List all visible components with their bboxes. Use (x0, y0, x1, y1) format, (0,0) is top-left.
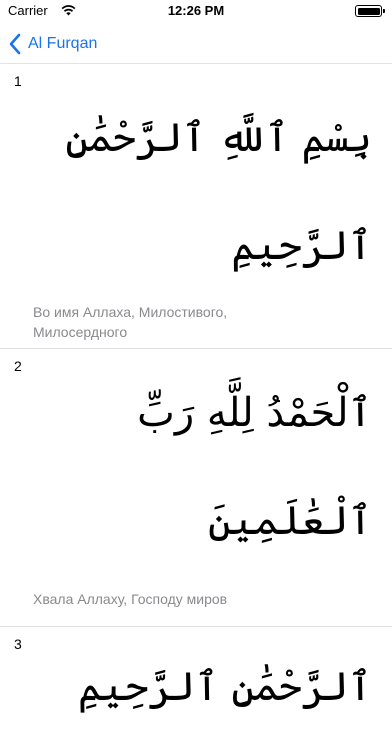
arabic-line-1: ٱلرَّحْمَٰنِ ٱلرَّحِيمِ (78, 664, 372, 710)
status-bar: Carrier 12:26 PM (0, 0, 392, 24)
verse-row-2[interactable]: 2 ٱلْحَمْدُ لِلَّهِ رَبِّ ٱلْعَٰلَمِينَ … (0, 349, 392, 627)
verse-arabic-text: بِسْمِ ٱللَّهِ ٱلرَّحْمَٰنِ ٱلرَّحِيمِ (0, 106, 392, 278)
navigation-bar: Al Furqan (0, 24, 392, 64)
battery-icon (355, 5, 385, 17)
verse-arabic-text: ٱلرَّحْمَٰنِ ٱلرَّحِيمِ (0, 655, 392, 719)
arabic-line-1: ٱلْحَمْدُ لِلَّهِ رَبِّ (137, 390, 372, 436)
verse-number: 3 (14, 636, 22, 652)
chevron-left-icon (9, 33, 21, 55)
verse-number: 1 (14, 73, 22, 89)
verse-row-1[interactable]: 1 بِسْمِ ٱللَّهِ ٱلرَّحْمَٰنِ ٱلرَّحِيمِ… (0, 64, 392, 349)
back-button[interactable]: Al Furqan (8, 28, 97, 60)
verse-list[interactable]: 1 بِسْمِ ٱللَّهِ ٱلرَّحْمَٰنِ ٱلرَّحِيمِ… (0, 64, 392, 747)
verse-number: 2 (14, 358, 22, 374)
verse-translation: Хвала Аллаху, Господу миров (33, 591, 228, 607)
arabic-line-1: بِسْمِ ٱللَّهِ ٱلرَّحْمَٰنِ (65, 115, 372, 161)
status-time: 12:26 PM (167, 3, 225, 18)
arabic-line-2: ٱلرَّحِيمِ (231, 223, 372, 269)
verse-arabic-text: ٱلْحَمْدُ لِلَّهِ رَبِّ ٱلْعَٰلَمِينَ (0, 381, 392, 553)
verse-translation: Во имя Аллаха, Милостивого, Милосердного (33, 304, 228, 340)
arabic-line-2: ٱلْعَٰلَمِينَ (207, 498, 372, 544)
back-button-label: Al Furqan (28, 35, 98, 52)
verse-row-3[interactable]: 3 ٱلرَّحْمَٰنِ ٱلرَّحِيمِ (0, 627, 392, 747)
